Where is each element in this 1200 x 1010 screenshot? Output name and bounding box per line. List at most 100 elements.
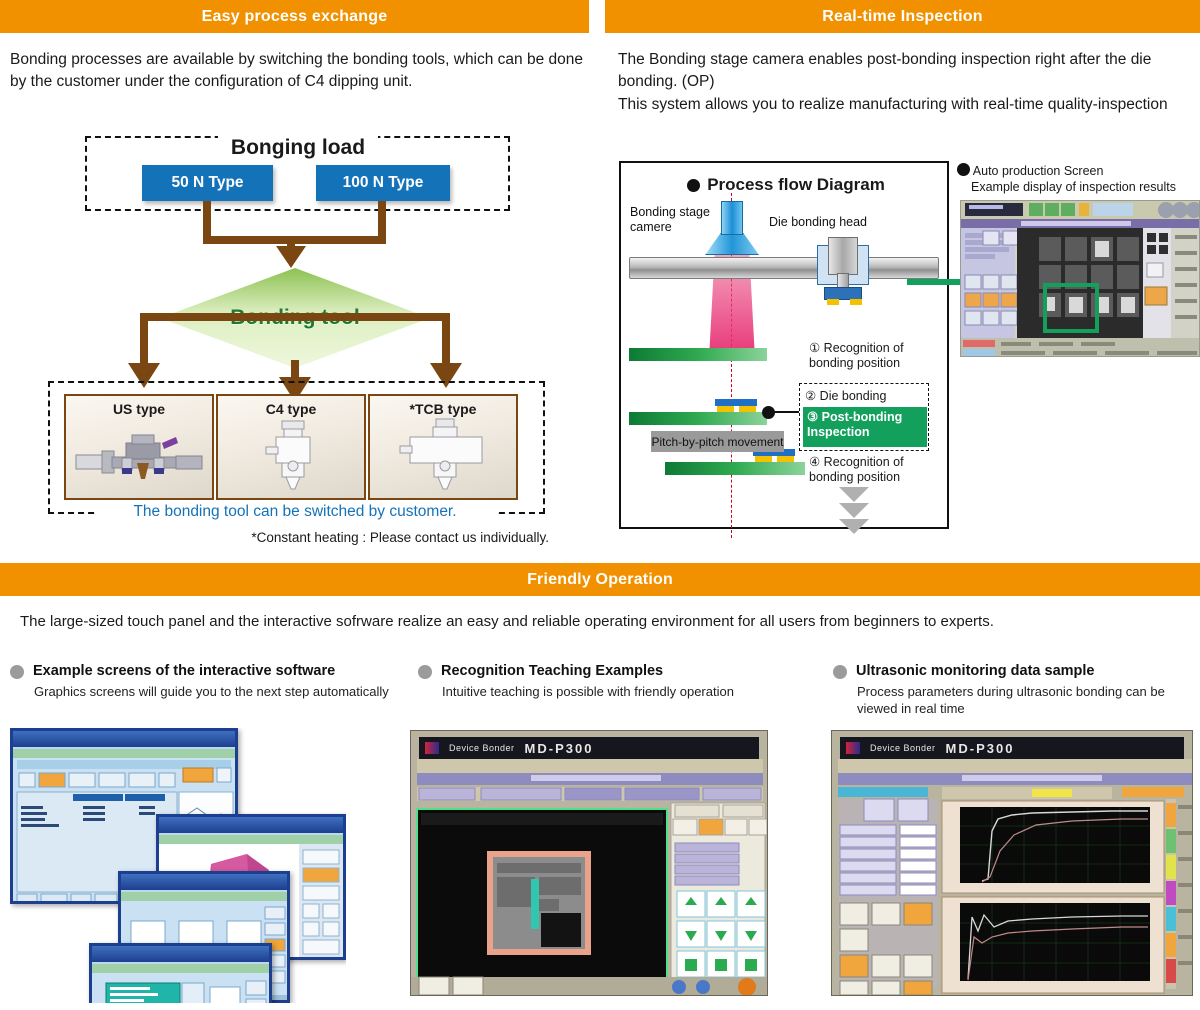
header-label: Friendly Operation xyxy=(527,570,673,588)
bonging-load-title: Bonging load xyxy=(218,135,378,161)
down-triangle-icon xyxy=(839,487,869,502)
bullet-dot-icon xyxy=(418,665,432,679)
step-4-label: ④ Recognition of bonding position xyxy=(809,455,904,485)
step-2-label: ② Die bonding xyxy=(805,389,887,403)
connector-line xyxy=(140,313,450,321)
auto-production-screen-title: Auto production Screen Example display o… xyxy=(957,163,1200,195)
load-option-50n[interactable]: 50 N Type xyxy=(142,165,273,201)
auto-screen-title-line2: Example display of inspection results xyxy=(971,179,1176,194)
tool-card-label: US type xyxy=(112,401,166,417)
inspection-result-highlight-box xyxy=(1043,283,1099,333)
window-subbar xyxy=(159,835,343,844)
die-bump xyxy=(717,406,734,412)
camera-lens-icon xyxy=(705,233,759,255)
connector-line xyxy=(442,313,450,365)
process-flow-diagram: Process flow Diagram Bonding stage camer… xyxy=(619,161,951,538)
substrate-strip-1 xyxy=(629,348,767,361)
friendly-operation-lead-text: The large-sized touch panel and the inte… xyxy=(20,613,994,630)
load-option-100n[interactable]: 100 N Type xyxy=(316,165,450,201)
intro-line-1: The Bonding stage camera enables post-bo… xyxy=(618,51,1152,91)
column-subtitle: Intuitive teaching is possible with frie… xyxy=(442,684,734,699)
constant-heating-footnote: *Constant heating : Please contact us in… xyxy=(251,530,549,545)
panel-real-time-inspection: The Bonding stage camera enables post-bo… xyxy=(605,33,1200,553)
column-title-row: Recognition Teaching Examples xyxy=(418,663,828,679)
window-subbar xyxy=(121,892,287,901)
window-subbar xyxy=(13,749,235,758)
screen-titlebar-ultrasonic: Device Bonder MD-P300 xyxy=(840,737,1184,759)
window-body xyxy=(92,973,269,1003)
tool-card-label: *TCB type xyxy=(409,401,477,417)
die-bonding-head-label: Die bonding head xyxy=(769,215,867,229)
load-option-label: 50 N Type xyxy=(171,174,244,191)
section-header-real-time-inspection: Real-time Inspection xyxy=(605,0,1200,33)
substrate-strip-3 xyxy=(665,462,805,475)
camera-body-icon xyxy=(721,201,743,235)
c4-bonding-tool-icon xyxy=(218,417,364,498)
screen-system-label: Device Bonder xyxy=(870,743,936,753)
steps-2-3-group: ② Die bonding ③ Post-bonding Inspection xyxy=(799,383,929,451)
tool-card-c4-type[interactable]: C4 type xyxy=(216,394,366,500)
screenshot-interactive-software-windows xyxy=(10,728,346,1003)
software-window-4 xyxy=(89,943,272,1003)
friendly-column-3: Ultrasonic monitoring data sample Proces… xyxy=(833,663,1193,717)
down-triangle-icon xyxy=(839,503,869,518)
down-arrow-icon xyxy=(276,246,306,268)
node-connector-line xyxy=(773,411,801,413)
window-titlebar xyxy=(13,731,235,747)
bullet-dot-icon xyxy=(833,665,847,679)
header-label: Easy process exchange xyxy=(201,7,388,25)
bonding-head-body xyxy=(828,237,858,275)
screenshot-ultrasonic-monitoring: Device Bonder MD-P300 xyxy=(831,730,1193,996)
screen-model-label: MD-P300 xyxy=(945,740,1015,756)
bonding-tool-flow-diagram: Bonging load 50 N Type 100 N Type Bondin… xyxy=(0,118,589,548)
tcb-bonding-tool-icon xyxy=(370,417,516,498)
stage-rail xyxy=(629,257,939,279)
column-subtitle: Process parameters during ultrasonic bon… xyxy=(857,684,1165,717)
step-3-label-highlighted: ③ Post-bonding Inspection xyxy=(803,407,927,447)
process-flow-title-label: Process flow Diagram xyxy=(707,175,885,194)
bullet-dot-icon xyxy=(10,665,24,679)
die-bump xyxy=(739,406,756,412)
tool-card-us-type[interactable]: US type xyxy=(64,394,214,500)
window-subbar xyxy=(92,964,269,973)
column-title: Recognition Teaching Examples xyxy=(441,663,664,679)
intro-text-easy-process: Bonding processes are available by switc… xyxy=(10,51,584,91)
tool-card-tcb-type[interactable]: *TCB type xyxy=(368,394,518,500)
load-option-label: 100 N Type xyxy=(342,174,424,191)
logo-icon xyxy=(846,742,860,754)
screen-model-label: MD-P300 xyxy=(524,740,594,756)
connector-line xyxy=(140,313,148,365)
screen-titlebar-recognition: Device Bonder MD-P300 xyxy=(419,737,759,759)
die-bump xyxy=(755,456,772,462)
panel-easy-process-exchange: Bonding processes are available by switc… xyxy=(0,33,589,553)
column-title: Example screens of the interactive softw… xyxy=(33,663,336,679)
node-dot-icon xyxy=(762,406,775,419)
step-1-label: ① Recognition of bonding position xyxy=(809,341,904,371)
logo-icon xyxy=(425,742,439,754)
process-flow-title: Process flow Diagram xyxy=(621,175,951,195)
substrate-strip-2 xyxy=(629,412,767,425)
die-top xyxy=(715,399,757,406)
header-label: Real-time Inspection xyxy=(822,7,983,25)
screen-system-label: Device Bonder xyxy=(449,743,515,753)
column-title-row: Example screens of the interactive softw… xyxy=(10,663,410,679)
pitch-movement-label: Pitch-by-pitch movement xyxy=(651,431,784,452)
window-titlebar xyxy=(121,874,287,890)
section-header-easy-process-exchange: Easy process exchange xyxy=(0,0,589,33)
bullet-dot-icon xyxy=(957,163,970,176)
friendly-column-2: Recognition Teaching Examples Intuitive … xyxy=(418,663,828,700)
column-title-row: Ultrasonic monitoring data sample xyxy=(833,663,1193,679)
bonding-head-pad xyxy=(827,299,839,305)
friendly-column-1: Example screens of the interactive softw… xyxy=(10,663,410,700)
column-title: Ultrasonic monitoring data sample xyxy=(856,663,1095,679)
section-header-friendly-operation: Friendly Operation xyxy=(0,563,1200,596)
screenshot-recognition-teaching: Device Bonder MD-P300 xyxy=(410,730,768,996)
us-bonding-tool-icon xyxy=(66,417,212,498)
column-subtitle: Graphics screens will guide you to the n… xyxy=(34,684,389,699)
tool-card-label: C4 type xyxy=(265,401,317,417)
switch-note: The bonding tool can be switched by cust… xyxy=(95,501,495,523)
die-bump xyxy=(777,456,794,462)
bonding-head-pad xyxy=(850,299,862,305)
bonding-stage-camera-label: Bonding stage camere xyxy=(630,205,710,234)
down-triangle-icon xyxy=(839,519,869,534)
